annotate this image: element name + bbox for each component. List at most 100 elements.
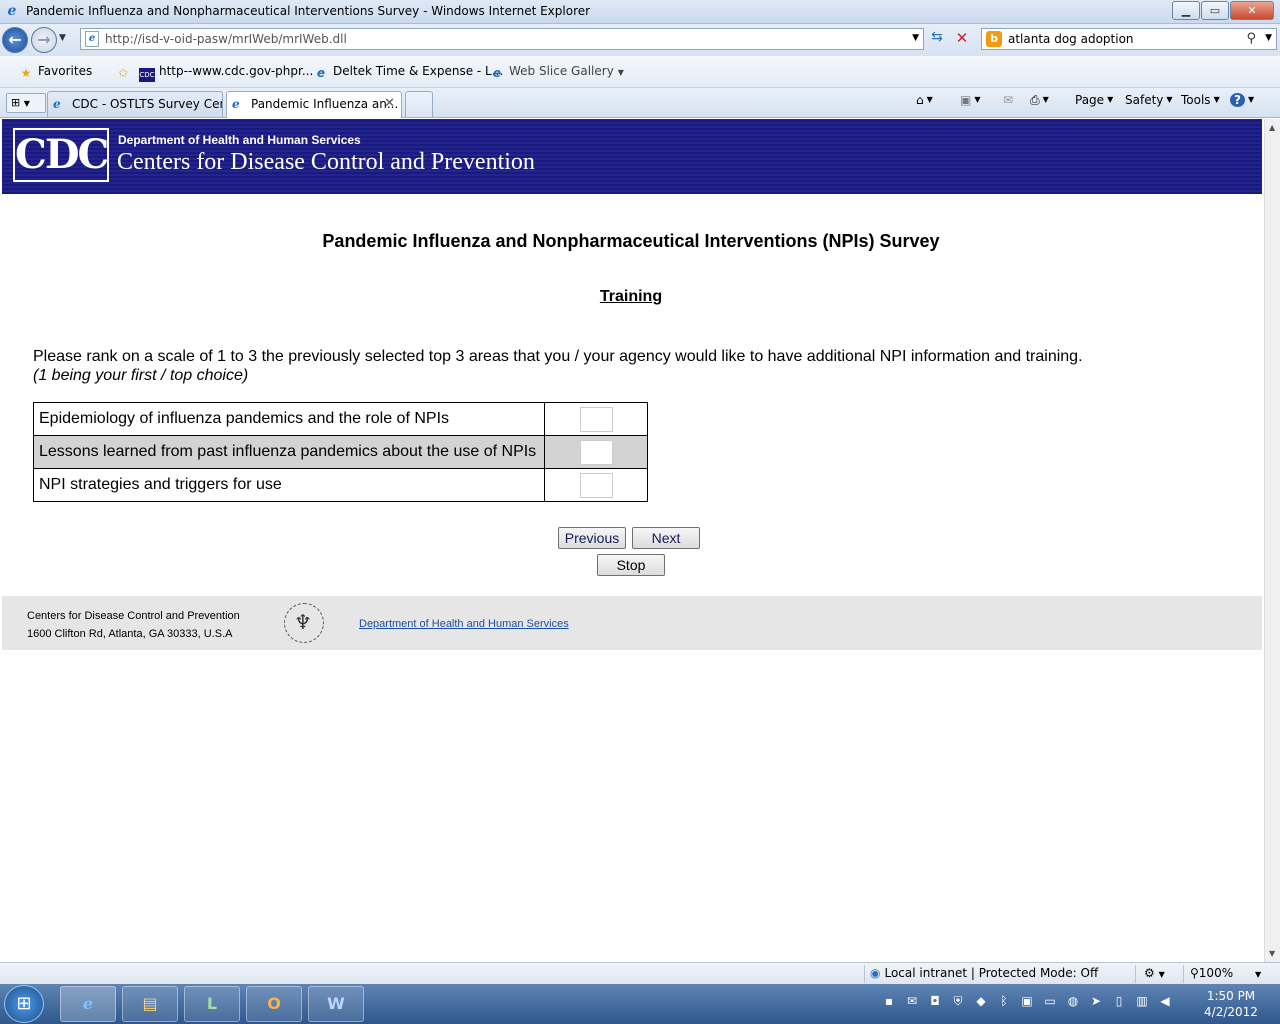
tray-arrow-icon[interactable]: ➤: [1087, 994, 1105, 1009]
page-menu[interactable]: Page ▼: [1075, 93, 1113, 107]
help-menu[interactable]: ? ▼: [1230, 93, 1254, 107]
rss-icon: ▣: [960, 93, 972, 107]
print-button[interactable]: ⎙ ▼: [1030, 93, 1049, 108]
search-query: atlanta dog adoption: [1008, 32, 1134, 46]
zoom-text: 100%: [1198, 966, 1234, 980]
url-field[interactable]: e http://isd-v-oid-pasw/mrIWeb/mrIWeb.dl…: [80, 28, 924, 50]
tray-shield-icon[interactable]: ⛨: [949, 994, 967, 1009]
back-button[interactable]: ←: [2, 27, 28, 53]
tray-volume-icon[interactable]: ◀: [1156, 994, 1174, 1009]
search-options-dropdown-icon[interactable]: ▼: [1265, 33, 1272, 43]
chevron-down-icon: ▼: [926, 95, 933, 104]
add-favorite-icon: ✩: [117, 66, 129, 80]
rank-input-lessons-learned[interactable]: [579, 439, 613, 465]
tray-mail-icon[interactable]: ✉: [903, 994, 921, 1009]
rank-input-epidemiology[interactable]: [579, 406, 613, 432]
tray-security-icon[interactable]: ◆: [972, 994, 990, 1009]
refresh-button[interactable]: ⇆: [926, 29, 948, 49]
chevron-down-icon: ▼: [1213, 95, 1220, 104]
minimize-button[interactable]: ▁: [1172, 1, 1200, 20]
page-footer: Centers for Disease Control and Preventi…: [2, 596, 1262, 650]
tab-cdc-survey-center[interactable]: e CDC - OSTLTS Survey Cen...: [47, 91, 223, 117]
window-titlebar: e Pandemic Influenza and Nonpharmaceutic…: [0, 0, 1280, 24]
rank-input-strategies[interactable]: [579, 472, 613, 498]
window-title: Pandemic Influenza and Nonpharmaceutical…: [26, 4, 591, 18]
tray-bluetooth-icon[interactable]: ᛒ: [995, 994, 1013, 1009]
taskbar-word[interactable]: W: [308, 986, 364, 1022]
status-divider: [864, 965, 865, 983]
instruction-note: (1 being your first / top choice): [33, 367, 249, 384]
forward-button[interactable]: →: [31, 27, 57, 53]
feeds-button[interactable]: ▣ ▼: [960, 93, 981, 107]
taskbar-lync[interactable]: L: [184, 986, 240, 1022]
chevron-down-icon: ▼: [1254, 970, 1262, 979]
tab-pandemic-influenza[interactable]: e Pandemic Influenza an... ✕: [226, 91, 402, 118]
tools-menu[interactable]: Tools ▼: [1181, 93, 1220, 107]
maximize-button[interactable]: ▭: [1201, 1, 1229, 20]
stop-button[interactable]: Stop: [597, 554, 665, 576]
favorite-link-cdc[interactable]: CDC http--www.cdc.gov-phpr...: [139, 64, 313, 82]
windows-taskbar: ⊞ e ▤ L O W ▪ ✉ ◘ ⛨ ◆ ᛒ ▣ ▭ ◍ ➤ ▯ ▥ ◀ 1:…: [0, 984, 1280, 1024]
favorite-link-deltek[interactable]: e Deltek Time & Expense - L...: [313, 64, 503, 80]
tray-lock-icon[interactable]: ▣: [1018, 994, 1036, 1009]
tray-sync-icon[interactable]: ◍: [1064, 994, 1082, 1009]
ie-page-icon: e: [53, 97, 61, 111]
start-button[interactable]: ⊞: [4, 985, 44, 1023]
scroll-up-icon[interactable]: ▲: [1269, 123, 1275, 132]
mail-icon: ✉: [1003, 93, 1014, 107]
search-input[interactable]: b atlanta dog adoption ⚲ ▼: [981, 28, 1277, 50]
favorites-button[interactable]: ★ Favorites: [18, 64, 93, 80]
new-tab-button[interactable]: [405, 91, 433, 117]
close-window-button[interactable]: ✕: [1230, 1, 1274, 20]
url-text: http://isd-v-oid-pasw/mrIWeb/mrIWeb.dll: [105, 32, 347, 46]
taskbar-internet-explorer[interactable]: e: [60, 986, 116, 1022]
previous-button[interactable]: Previous: [558, 527, 626, 549]
row-label: Lessons learned from past influenza pand…: [33, 435, 545, 469]
cdc-logo[interactable]: CDC: [13, 128, 109, 182]
quick-tabs-button[interactable]: ⊞ ▼: [6, 93, 46, 113]
system-clock[interactable]: 1:50 PM 4/2/2012: [1196, 988, 1266, 1020]
tab-label: Pandemic Influenza an...: [251, 97, 399, 111]
vertical-scrollbar[interactable]: ▲ ▼: [1264, 119, 1280, 962]
web-slice-icon: e: [492, 66, 502, 80]
security-zone[interactable]: ◉ Local intranet | Protected Mode: Off: [870, 966, 1098, 980]
tray-network-icon[interactable]: ▥: [1133, 994, 1151, 1009]
table-row: NPI strategies and triggers for use: [33, 468, 648, 502]
scroll-down-icon[interactable]: ▼: [1269, 949, 1275, 958]
ie-logo-icon: e: [7, 3, 17, 19]
zoom-level[interactable]: ⚲100% ▼: [1190, 966, 1261, 980]
hhs-link[interactable]: Department of Health and Human Services: [359, 618, 569, 630]
web-slice-gallery-link[interactable]: e Web Slice Gallery ▼: [489, 64, 624, 80]
status-bar: ◉ Local intranet | Protected Mode: Off ⚙ …: [0, 962, 1280, 984]
tray-app-icon[interactable]: ▪: [880, 994, 898, 1009]
search-icon[interactable]: ⚲: [1246, 31, 1256, 46]
add-to-favorites-bar-icon[interactable]: ✩: [115, 64, 135, 80]
tray-device-icon[interactable]: ▯: [1110, 994, 1128, 1009]
chevron-down-icon: ▼: [1158, 970, 1165, 979]
system-tray: ▪ ✉ ◘ ⛨ ◆ ᛒ ▣ ▭ ◍ ➤ ▯ ▥ ◀: [880, 994, 1174, 1009]
favorites-label: Favorites: [38, 64, 93, 78]
chevron-down-icon: ▼: [23, 99, 30, 108]
chevron-down-icon: ▼: [617, 68, 624, 77]
grid-icon: ⊞: [11, 96, 21, 109]
next-button[interactable]: Next: [632, 527, 700, 549]
help-icon: ?: [1230, 93, 1245, 107]
change-status-button[interactable]: ⚙ ▼: [1144, 966, 1165, 980]
recent-pages-dropdown-icon[interactable]: ▼: [59, 33, 66, 43]
url-dropdown-icon[interactable]: ▼: [912, 33, 919, 43]
taskbar-windows-explorer[interactable]: ▤: [122, 986, 178, 1022]
stop-loading-button[interactable]: ✕: [951, 29, 973, 49]
favorite-link-label: http--www.cdc.gov-phpr...: [159, 64, 314, 78]
instruction-text: Please rank on a scale of 1 to 3 the pre…: [33, 348, 1083, 365]
chevron-down-icon: ▼: [974, 95, 981, 104]
globe-icon: ◉: [870, 966, 881, 980]
close-tab-icon[interactable]: ✕: [384, 96, 395, 111]
window-controls: ▁ ▭ ✕: [1171, 1, 1274, 20]
agency-name: Centers for Disease Control and Preventi…: [117, 149, 535, 175]
tray-display-icon[interactable]: ▭: [1041, 994, 1059, 1009]
taskbar-outlook[interactable]: O: [246, 986, 302, 1022]
safety-menu[interactable]: Safety ▼: [1125, 93, 1173, 107]
home-button[interactable]: ⌂ ▼: [916, 93, 933, 107]
read-mail-button[interactable]: ✉: [1003, 93, 1013, 107]
tray-outlook-icon[interactable]: ◘: [926, 994, 944, 1009]
